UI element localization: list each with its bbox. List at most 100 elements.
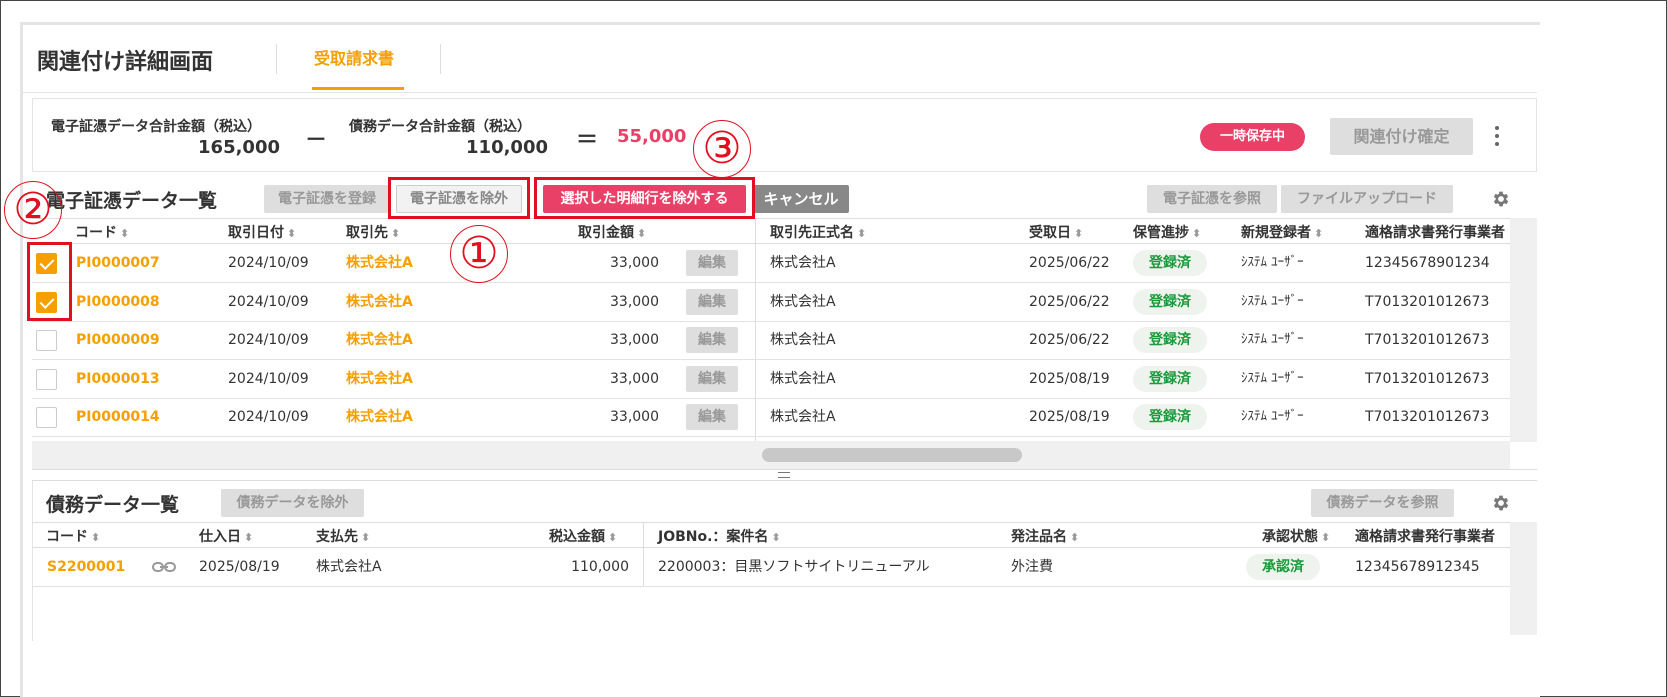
evidence-code-link[interactable]: PI0000009: [76, 321, 160, 359]
header-divider: [276, 44, 277, 74]
header-divider: [440, 44, 441, 74]
debt-payee: 株式会社A: [316, 559, 382, 575]
cancel-button[interactable]: キャンセル: [753, 185, 849, 213]
debt-col-header-job[interactable]: JOBNo.：案件名 ⬍: [658, 526, 781, 546]
evidence-code-link[interactable]: PI0000014: [76, 398, 160, 436]
partner-link[interactable]: 株式会社A: [346, 283, 413, 321]
row-checkbox[interactable]: [36, 330, 57, 352]
debt-col-header-code[interactable]: コード ⬍: [46, 526, 100, 546]
invoice-issuer-number: T7013201012673: [1365, 409, 1490, 426]
annotation-number-1: ①: [450, 225, 508, 283]
received-date: 2025/08/19: [1029, 370, 1110, 387]
page-title: 関連付け詳細画面: [37, 50, 214, 75]
evidence-list-title: 電子証憑データ一覧: [46, 190, 218, 212]
debt-total-value: 110,000: [466, 137, 548, 158]
evidence-code-link[interactable]: PI0000013: [76, 360, 160, 398]
table-row[interactable]: S2200001 2025/08/19 株式会社A 110,000 220000…: [32, 548, 1510, 587]
debt-col-header-amount[interactable]: 税込金額 ⬍: [549, 526, 617, 546]
more-menu-icon[interactable]: [1490, 122, 1504, 152]
debt-col-header-payee[interactable]: 支払先 ⬍: [316, 526, 370, 546]
settings-gear-icon[interactable]: [1491, 493, 1511, 513]
col-header-registrant[interactable]: 新規登録者 ⬍: [1241, 222, 1323, 242]
row-checkbox[interactable]: [36, 407, 57, 429]
status-badge: 一時保存中: [1200, 123, 1305, 151]
trade-amount: 33,000: [610, 409, 659, 426]
debt-col-header-approval[interactable]: 承認状態 ⬍: [1262, 526, 1330, 546]
register-evidence-button[interactable]: 電子証憑を登録: [264, 185, 390, 213]
debt-col-header-invoice-issuer[interactable]: 適格請求書発行事業者: [1355, 526, 1510, 546]
annotation-number-2: ②: [4, 181, 62, 239]
col-header-invoice-issuer[interactable]: 適格請求書発行事業者: [1365, 222, 1510, 242]
partner-link[interactable]: 株式会社A: [346, 244, 413, 282]
equals-operator: ＝: [576, 128, 599, 153]
debt-col-header-purchase-date[interactable]: 仕入日 ⬍: [199, 526, 253, 546]
edit-button[interactable]: 編集: [686, 365, 738, 392]
row-checkbox[interactable]: [36, 368, 57, 390]
table-row[interactable]: PI0000008 2024/10/09 株式会社A 33,000 編集 株式会社A 202…: [32, 283, 1510, 322]
edit-button[interactable]: 編集: [686, 404, 738, 431]
annotation-box-3: [534, 177, 755, 219]
link-chain-icon[interactable]: [152, 560, 176, 574]
annotation-number-3: ③: [693, 120, 751, 178]
exclude-debt-button[interactable]: 債務データを除外: [221, 489, 364, 517]
edit-button[interactable]: 編集: [686, 288, 738, 315]
approval-status-badge: 承認済: [1246, 554, 1320, 580]
trade-amount: 33,000: [610, 293, 659, 310]
col-header-partner[interactable]: 取引先 ⬍: [346, 222, 400, 242]
minus-operator: －: [305, 128, 328, 153]
debt-vertical-scrollbar[interactable]: [1510, 522, 1537, 635]
table-row[interactable]: PI0000007 2024/10/09 株式会社A 33,000 編集 株式会社A 202…: [32, 244, 1510, 283]
evidence-code-link[interactable]: PI0000007: [76, 244, 160, 282]
received-date: 2025/06/22: [1029, 293, 1110, 310]
confirm-association-button[interactable]: 関連付け確定: [1330, 118, 1473, 155]
view-evidence-button[interactable]: 電子証憑を参照: [1147, 185, 1277, 213]
storage-status-badge: 登録済: [1133, 327, 1207, 354]
col-header-code[interactable]: コード ⬍: [75, 222, 129, 242]
col-header-storage-status[interactable]: 保管進捗 ⬍: [1133, 222, 1201, 242]
invoice-issuer-number: T7013201012673: [1365, 293, 1490, 310]
annotation-box-2: [27, 242, 72, 321]
edit-button[interactable]: 編集: [686, 250, 738, 276]
debt-code-link[interactable]: S2200001: [47, 548, 125, 586]
trade-date: 2024/10/09: [228, 332, 309, 349]
trade-amount: 33,000: [610, 255, 659, 271]
invoice-issuer-number: T7013201012673: [1365, 370, 1490, 387]
trade-amount: 33,000: [610, 332, 659, 349]
registrant: ｼｽﾃﾑ ﾕｰｻﾞｰ: [1241, 409, 1304, 425]
col-header-trade-date[interactable]: 取引日付 ⬍: [228, 222, 296, 242]
debt-col-header-item[interactable]: 発注品名 ⬍: [1011, 526, 1079, 546]
partner-link[interactable]: 株式会社A: [346, 398, 413, 436]
trade-date: 2024/10/09: [228, 255, 309, 271]
registrant: ｼｽﾃﾑ ﾕｰｻﾞｰ: [1241, 332, 1304, 348]
col-header-official-name[interactable]: 取引先正式名 ⬍: [770, 222, 866, 242]
official-partner-name: 株式会社A: [770, 332, 836, 349]
table-row[interactable]: PI0000014 2024/10/09 株式会社A 33,000 編集 株式会社A 202…: [32, 398, 1510, 438]
received-date: 2025/06/22: [1029, 255, 1110, 271]
partner-link[interactable]: 株式会社A: [346, 360, 413, 398]
debt-amount: 110,000: [571, 559, 629, 575]
col-header-amount[interactable]: 取引金額 ⬍: [578, 222, 646, 242]
storage-status-badge: 登録済: [1133, 365, 1207, 392]
registrant: ｼｽﾃﾑ ﾕｰｻﾞｰ: [1241, 293, 1304, 309]
edit-button[interactable]: 編集: [686, 327, 738, 354]
evidence-scroll-thumb[interactable]: [762, 448, 1022, 462]
tab-received-invoice[interactable]: 受取請求書: [314, 45, 394, 69]
official-partner-name: 株式会社A: [770, 370, 836, 387]
official-partner-name: 株式会社A: [770, 293, 836, 310]
evidence-code-link[interactable]: PI0000008: [76, 283, 160, 321]
settings-gear-icon[interactable]: [1491, 189, 1511, 209]
partner-link[interactable]: 株式会社A: [346, 321, 413, 359]
col-header-received-date[interactable]: 受取日 ⬍: [1029, 222, 1083, 242]
view-debt-button[interactable]: 債務データを参照: [1311, 489, 1454, 517]
tab-active-indicator: [312, 87, 404, 90]
table-row[interactable]: PI0000013 2024/10/09 株式会社A 33,000 編集 株式会社A 202…: [32, 360, 1510, 399]
debt-invoice-issuer: 12345678912345: [1355, 559, 1480, 575]
splitter-grip-icon[interactable]: [778, 472, 790, 478]
received-date: 2025/08/19: [1029, 409, 1110, 426]
evidence-total-value: 165,000: [198, 137, 280, 158]
table-row[interactable]: PI0000009 2024/10/09 株式会社A 33,000 編集 株式会社A 202…: [32, 321, 1510, 361]
file-upload-button[interactable]: ファイルアップロード: [1281, 185, 1453, 213]
evidence-vertical-scrollbar[interactable]: [1510, 218, 1537, 442]
official-partner-name: 株式会社A: [770, 409, 836, 426]
received-date: 2025/06/22: [1029, 332, 1110, 349]
